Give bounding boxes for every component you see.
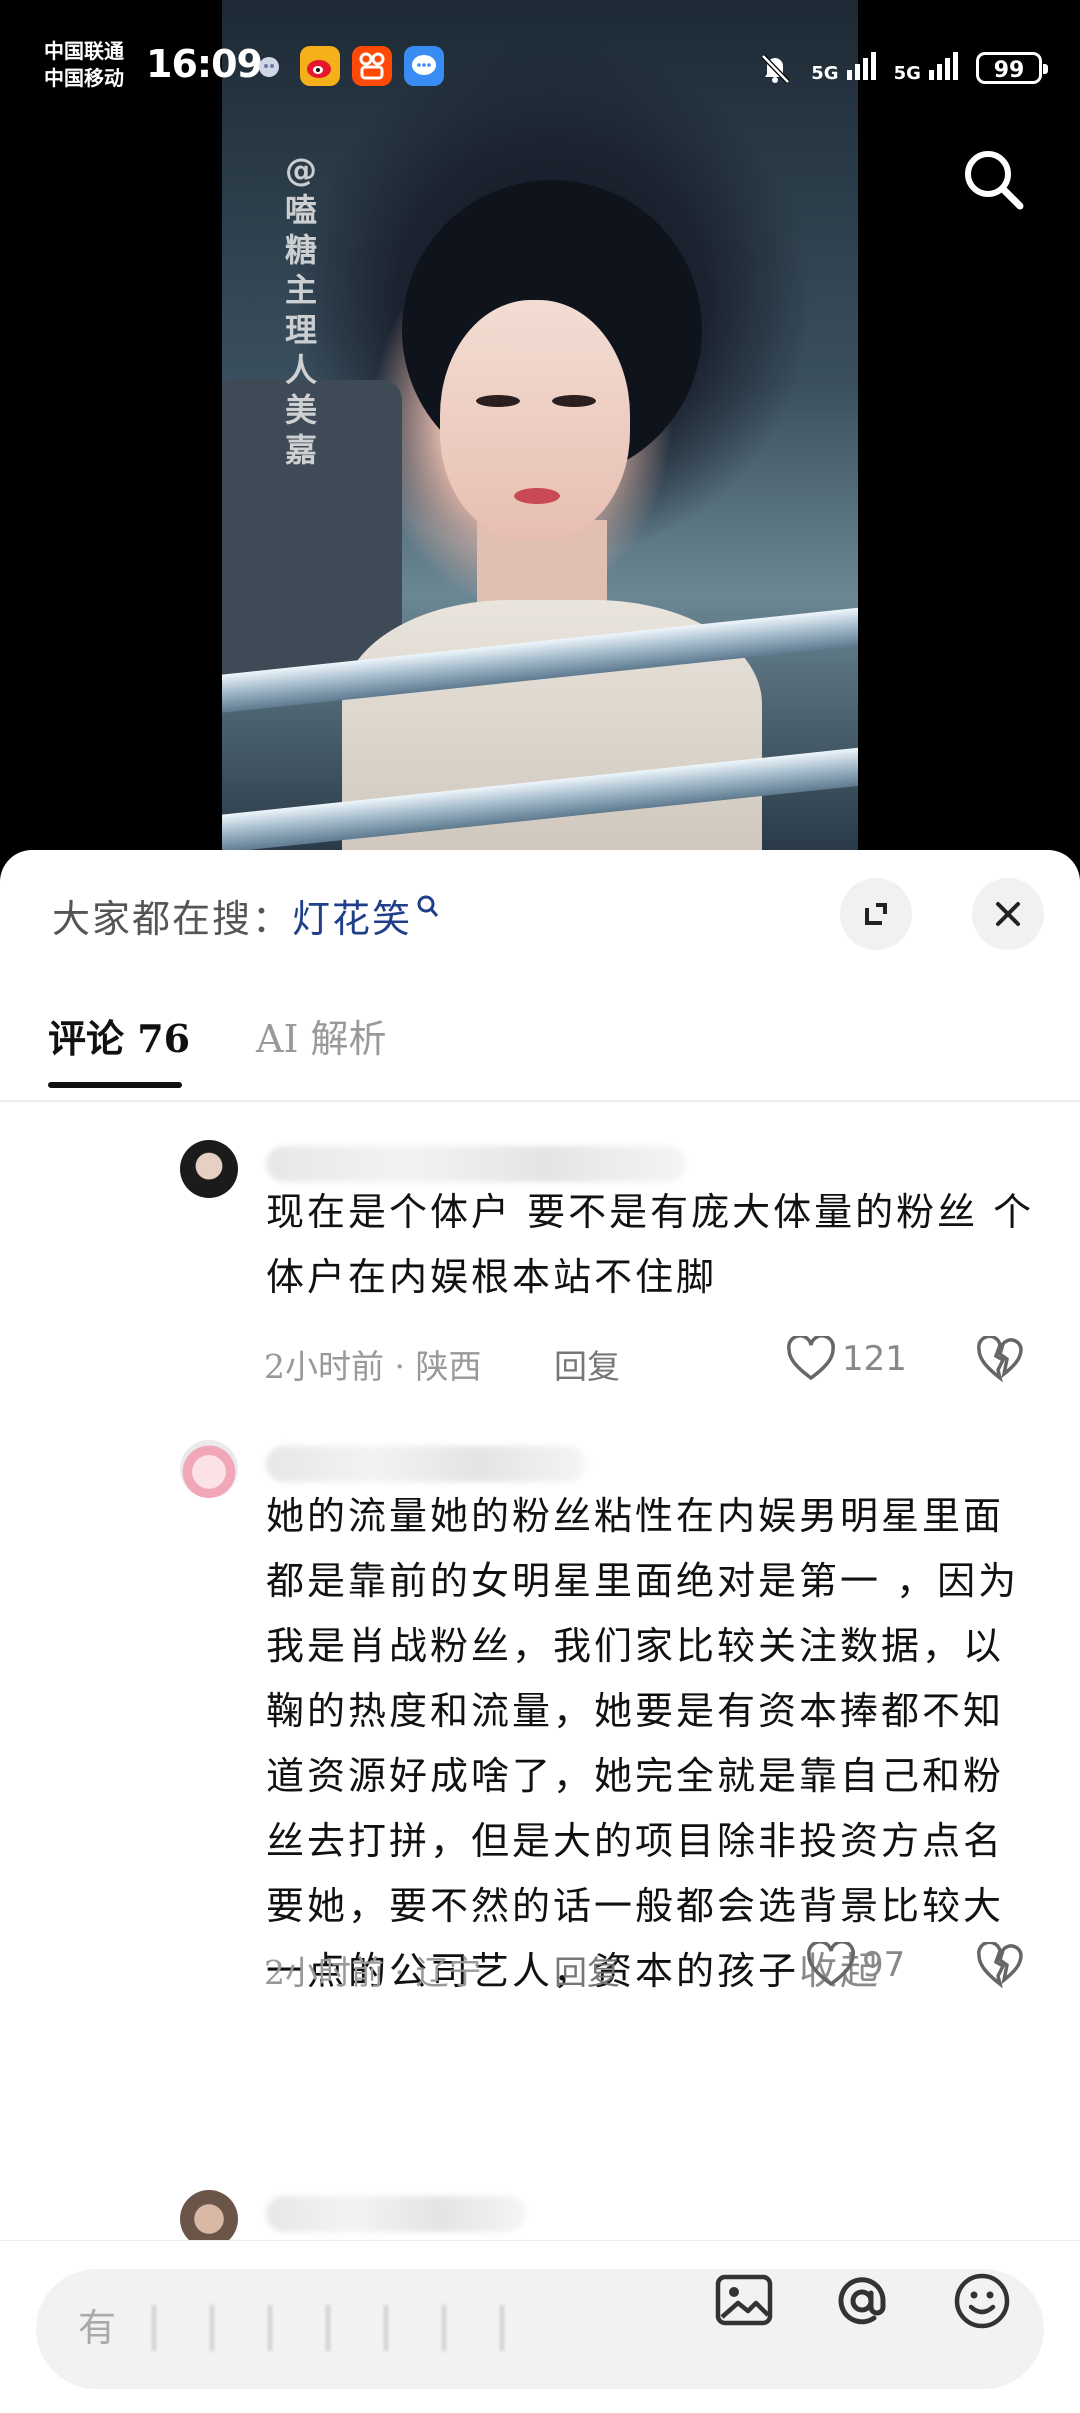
signal-strength-2: 5G: [894, 52, 958, 84]
comment-text: 现在是个体户 要不是有庞大体量的粉丝 个体户在内娱根本站不住脚: [266, 1190, 1035, 1299]
avatar[interactable]: [180, 1140, 238, 1198]
comment-sheet: 大家都在搜：灯花笑 评论 76 AI 解析 现在是个体户 要不是有庞大体量的粉丝…: [0, 850, 1080, 2412]
reply-button[interactable]: 回复: [554, 1340, 620, 1388]
emoji-button[interactable]: [948, 2267, 1016, 2335]
signal-bars-icon: [844, 52, 876, 84]
image-icon: [715, 2274, 773, 2326]
carrier-name: 中国移动: [44, 66, 124, 90]
lips: [514, 488, 560, 504]
active-tab-indicator: [48, 1082, 182, 1088]
eye: [476, 395, 520, 407]
status-time: 16:09: [146, 42, 263, 86]
avatar[interactable]: [180, 1440, 238, 1498]
tab-ai-analysis[interactable]: AI 解析: [256, 1008, 387, 1063]
eye: [552, 395, 596, 407]
kuaishou-icon: [352, 46, 392, 86]
emoji-icon: [954, 2273, 1010, 2329]
like-button[interactable]: 97: [806, 1942, 905, 1988]
dislike-button[interactable]: [976, 1334, 1024, 1386]
battery-indicator: 99: [976, 52, 1048, 84]
mention-button[interactable]: [828, 2267, 896, 2335]
signal-bars-icon: [926, 52, 958, 84]
message-icon: [404, 46, 444, 86]
like-count: 97: [862, 1945, 906, 1985]
comment-input-bar: 有: [0, 2240, 1080, 2413]
trending-label: 大家都在搜：: [52, 897, 293, 941]
carrier-name: 中国联通: [44, 39, 124, 63]
status-bar: 中国联通 中国移动 16:09 5G 5G 99: [0, 0, 1080, 130]
video-player[interactable]: @嗑糖主理人美嘉 中国联通 中国移动 16:09 5G 5G 99: [0, 0, 1080, 850]
close-button[interactable]: [972, 878, 1044, 950]
dislike-button[interactable]: [976, 1940, 1024, 1992]
like-count: 121: [842, 1339, 907, 1379]
placeholder-blurred: [122, 2305, 542, 2351]
network-type: 5G: [811, 63, 839, 84]
username-blurred[interactable]: [266, 1146, 686, 1182]
heart-icon: [787, 1336, 835, 1381]
input-placeholder: 有: [78, 2306, 117, 2350]
broken-heart-icon: [977, 1940, 1023, 1989]
image-button[interactable]: [710, 2267, 778, 2335]
signal-strength-1: 5G: [811, 52, 876, 84]
cloud-icon: [259, 57, 279, 77]
tab-comments[interactable]: 评论 76: [48, 1008, 190, 1063]
broken-heart-icon: [977, 1334, 1023, 1383]
heart-icon: [807, 1942, 855, 1987]
at-icon: [838, 2277, 886, 2325]
trending-search[interactable]: 大家都在搜：灯花笑: [52, 888, 442, 943]
tab-bar: 评论 76 AI 解析: [0, 990, 1080, 1102]
reply-button[interactable]: 回复: [554, 1946, 620, 1994]
comment-body: 她的流量她的粉丝粘性在内娱男明星里面都是靠前的女明星里面绝对是第一 ，因为我是肖…: [266, 1494, 1020, 1993]
comment-meta: 2小时前 · 陕西: [264, 1347, 482, 1386]
username-blurred[interactable]: [266, 1446, 586, 1482]
small-search-icon: [417, 895, 439, 917]
trending-keyword[interactable]: 灯花笑: [292, 897, 412, 941]
network-type: 5G: [893, 63, 921, 84]
username-blurred[interactable]: [266, 2196, 526, 2232]
status-indicators: 5G 5G 99: [757, 48, 1048, 88]
expand-icon: [865, 903, 887, 925]
search-icon: [965, 151, 1024, 210]
like-button[interactable]: 121: [786, 1336, 907, 1382]
carrier-info: 中国联通 中国移动: [44, 38, 124, 92]
expand-button[interactable]: [840, 878, 912, 950]
video-watermark: @嗑糖主理人美嘉: [284, 151, 317, 469]
search-button[interactable]: [958, 144, 1030, 216]
mute-bell-icon: [761, 54, 790, 84]
weibo-icon: [300, 46, 340, 86]
close-icon: [996, 902, 1020, 926]
comment-text: 她的流量她的粉丝粘性在内娱男明星里面都是靠前的女明星里面绝对是第一 ，因为我是肖…: [266, 1484, 1036, 2004]
comment-meta: 2小时前 · 辽宁: [264, 1953, 482, 1992]
video-figure-face: [440, 300, 630, 540]
